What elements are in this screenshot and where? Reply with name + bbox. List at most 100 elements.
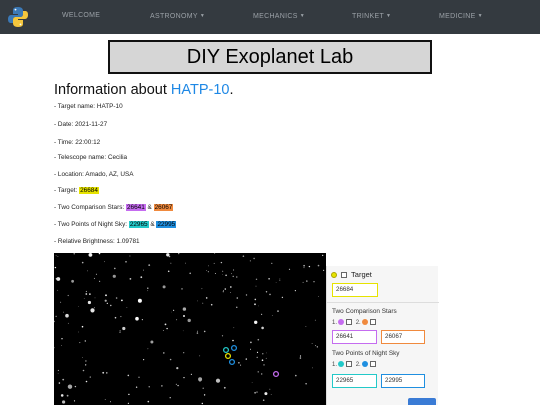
star <box>231 273 233 275</box>
comparison-2-checkbox[interactable] <box>369 319 376 325</box>
star <box>201 402 203 405</box>
star-field-canvas[interactable] <box>54 253 326 405</box>
target-id-badge: 26684 <box>79 187 99 194</box>
star <box>110 401 111 403</box>
star <box>236 297 239 299</box>
info-time: - Time: 22:00:12 <box>54 139 101 146</box>
star <box>58 382 61 384</box>
star <box>223 290 224 292</box>
star <box>199 355 201 357</box>
star <box>128 393 130 396</box>
star <box>229 286 232 288</box>
star <box>147 400 150 403</box>
star <box>249 260 251 262</box>
info-brightness: - Relative Brightness: 1.09781 <box>54 238 140 245</box>
target-checkbox[interactable] <box>341 272 348 278</box>
comparison-2-input[interactable]: 26067 <box>381 330 425 344</box>
nav-astronomy[interactable]: ASTRONOMY ▼ <box>150 0 205 34</box>
star <box>121 299 123 302</box>
star <box>54 347 55 349</box>
comparison-star-1-badge: 26641 <box>125 204 146 211</box>
sky-2-input[interactable]: 22995 <box>381 374 425 388</box>
star <box>115 297 118 299</box>
star <box>221 335 224 337</box>
star <box>308 265 311 268</box>
star <box>122 326 126 331</box>
selection-panel: Target 26684 Two Comparison Stars 1. 2. … <box>326 266 439 405</box>
star <box>168 255 171 258</box>
star <box>312 367 313 369</box>
star <box>294 290 296 292</box>
comparison-star-1-marker <box>272 370 280 378</box>
nav-medicine[interactable]: MEDICINE ▼ <box>439 0 483 34</box>
star <box>147 287 149 289</box>
star <box>222 270 224 272</box>
star <box>150 340 154 344</box>
star <box>269 388 271 390</box>
star <box>322 254 324 256</box>
star <box>167 270 170 273</box>
star <box>135 386 138 388</box>
star <box>183 315 185 317</box>
star <box>87 300 91 305</box>
target-marker-icon <box>331 272 337 278</box>
star <box>279 278 281 279</box>
star <box>253 257 255 260</box>
star <box>63 311 64 313</box>
python-logo-icon[interactable] <box>7 6 29 28</box>
comparison-1-input[interactable]: 26641 <box>332 330 377 344</box>
target-name-link[interactable]: HATP-10 <box>171 82 230 98</box>
comparison-1-checkbox[interactable] <box>346 319 353 325</box>
target-input[interactable]: 26684 <box>332 283 378 297</box>
star-field-image[interactable] <box>54 253 326 405</box>
star <box>198 377 203 382</box>
info-heading: Information about HATP-10. <box>54 82 233 98</box>
star <box>163 352 165 354</box>
star <box>67 322 69 324</box>
sky-1-checkbox[interactable] <box>346 361 353 367</box>
submit-button[interactable] <box>408 398 436 405</box>
nav-trinket[interactable]: TRINKET ▼ <box>352 0 391 34</box>
star <box>275 282 277 283</box>
star <box>264 392 268 396</box>
star <box>90 308 95 313</box>
star <box>94 297 96 299</box>
star <box>127 374 130 377</box>
star <box>119 330 121 332</box>
star <box>61 345 62 346</box>
star <box>207 271 209 273</box>
star <box>265 357 267 359</box>
divider <box>327 302 439 303</box>
star <box>197 330 198 332</box>
star <box>120 316 122 318</box>
star <box>299 357 302 359</box>
star <box>197 300 198 302</box>
star <box>236 276 238 278</box>
star <box>143 269 144 271</box>
nav-mechanics[interactable]: MECHANICS ▼ <box>253 0 305 34</box>
star <box>89 376 91 378</box>
star <box>323 269 325 271</box>
star <box>166 327 168 330</box>
sky-1-input[interactable]: 22965 <box>332 374 377 388</box>
star <box>125 261 127 263</box>
star <box>256 356 258 359</box>
comparison-pick-2-label: 2. <box>355 320 361 326</box>
sky-2-checkbox[interactable] <box>369 361 376 367</box>
star <box>106 372 108 374</box>
sky-pick-1-label: 1. <box>332 362 338 368</box>
nav-mechanics-label: MECHANICS <box>253 13 298 20</box>
comparison-star-2-badge: 26067 <box>153 204 174 211</box>
nav-welcome[interactable]: WELCOME <box>62 0 100 34</box>
star <box>213 262 215 264</box>
target-row: Target <box>331 270 372 279</box>
star <box>270 394 272 395</box>
info-night-sky: - Two Points of Night Sky: 22965 & 22995 <box>54 221 177 228</box>
sky-2-marker-icon <box>361 361 368 367</box>
star <box>82 369 85 372</box>
star <box>254 303 256 306</box>
star <box>84 340 86 342</box>
star <box>254 298 257 301</box>
star <box>88 253 93 257</box>
star <box>54 266 57 269</box>
